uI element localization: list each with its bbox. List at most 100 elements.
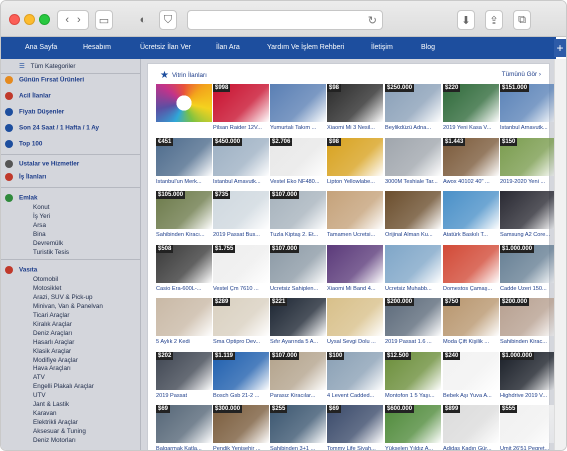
listing-card[interactable]: Atatürk Baskılı T... [443, 191, 499, 240]
listing-card[interactable]: $255 Sahibinden 3+1 ... [270, 405, 326, 450]
nav-item-blog[interactable]: Blog [421, 44, 435, 51]
listing-card[interactable]: 3000M Teshiale Tar... [385, 137, 441, 187]
listing-title[interactable]: 5 Aylık 2 Kedi [156, 339, 212, 345]
subcategory-link[interactable]: Deniz Motorları [33, 437, 140, 444]
listing-title[interactable]: Domestos Çamaş... [443, 286, 499, 292]
listing-card[interactable]: $98 Xiaomi Mi 3 Nesil... [327, 84, 383, 133]
listing-card[interactable]: $202 2019 Passat [156, 351, 212, 401]
quick-link-4[interactable]: Top 100 [5, 140, 140, 148]
listing-card[interactable]: Ücretsiz Muhabb... [385, 244, 441, 294]
category-emlak[interactable]: Emlak [5, 194, 140, 202]
listing-title[interactable]: Beylikdüzü Adna... [385, 125, 441, 131]
listing-card[interactable]: Samsung A2 Core... [500, 191, 556, 240]
subcategory-link[interactable]: Arsa [33, 222, 140, 229]
listing-card[interactable]: $508 Casio Era-600L-... [156, 244, 212, 294]
listing-thumbnail[interactable] [443, 191, 499, 229]
listing-thumbnail[interactable] [385, 244, 441, 283]
listing-card[interactable]: $899 Adidas Kadın Gür... [443, 405, 499, 450]
listing-card[interactable]: $69 Tommy Life Siyah... [327, 405, 383, 450]
subcategory-link[interactable]: Modifiye Araçlar [33, 357, 140, 364]
listing-title[interactable]: İstanbul'un Merk... [156, 179, 212, 185]
listing-card[interactable]: $107.000 Parasız Kiracılar... [270, 351, 326, 401]
listing-thumbnail[interactable] [327, 244, 383, 283]
subcategory-link[interactable]: Karavan [33, 410, 140, 417]
listing-title[interactable]: 2019 Passat [156, 393, 212, 399]
listing-title[interactable]: Cadde Üzeri 150... [500, 286, 556, 292]
listing-title[interactable]: Sahibinden Kiracı... [156, 232, 212, 238]
tabs-overview-button[interactable]: ⧉ [513, 10, 531, 30]
listing-thumbnail[interactable] [156, 84, 212, 122]
listing-card[interactable]: $1.000.000 Highdrive 2019 V... [500, 351, 556, 401]
listing-card[interactable]: $1.443 Awox 40102 40" ... [443, 137, 499, 187]
nav-item-home[interactable]: Ana Sayfa [25, 44, 57, 51]
listing-thumbnail[interactable] [156, 298, 212, 336]
listing-card[interactable]: $69 Balgarmak Katla... [156, 405, 212, 450]
listing-card[interactable]: $98 Lipton Yellowlabe... [327, 137, 383, 187]
sidebar-item-masters[interactable]: Ustalar ve Hizmetler [5, 160, 140, 168]
listing-title[interactable]: Yumurtalı Takım ... [270, 125, 326, 131]
subcategory-link[interactable]: Ticari Araçlar [33, 312, 140, 319]
subcategory-link[interactable]: Minivan, Van & Panelvan [33, 303, 140, 310]
listing-title[interactable]: İstanbul Arnavutk... [213, 179, 269, 185]
listing-card[interactable]: $555 Ümit 26'51 Pegret... [500, 405, 556, 450]
listing-card[interactable]: Yumurtalı Takım ... [270, 84, 326, 133]
subcategory-link[interactable]: ATV [33, 374, 140, 381]
share-button[interactable]: ⇪ [485, 10, 503, 30]
listing-card[interactable]: $12.500 Montofon 1 5 Yaşı... [385, 351, 441, 401]
back-forward-buttons[interactable]: ‹ › [57, 10, 89, 30]
shield-button[interactable]: ◐ [135, 10, 151, 30]
listing-title[interactable]: Tamamen Ücretsi... [327, 232, 383, 238]
listing-title[interactable]: Atatürk Baskılı T... [443, 232, 499, 238]
listing-title[interactable]: Moda Çift Kişilik ... [443, 339, 499, 345]
close-window-button[interactable] [9, 14, 20, 25]
address-bar[interactable]: ↻ [187, 10, 383, 30]
listing-title[interactable]: Sahibinden 3+1 ... [270, 446, 326, 450]
listing-title[interactable]: Uysal Sevgi Dolu ... [327, 339, 383, 345]
subcategory-link[interactable]: Kiralık Araçlar [33, 321, 140, 328]
listing-title[interactable]: Sma Optipro Dev... [213, 339, 269, 345]
listing-title[interactable]: Xiaomi Mi Band 4... [327, 286, 383, 292]
subcategory-link[interactable]: Turistik Tesis [33, 249, 140, 256]
listing-card[interactable]: $998 Pilsan Raider 12V... [213, 84, 269, 133]
minimize-window-button[interactable] [24, 14, 35, 25]
listing-card[interactable]: $107.000 Tuzla Kiptaş 2. Et... [270, 191, 326, 240]
listing-title[interactable]: Sahibinden Kirac... [500, 339, 556, 345]
listing-title[interactable]: Xiaomi Mi 3 Nesil... [327, 125, 383, 131]
quick-link-0[interactable]: Günün Fırsat Ürünleri [5, 76, 140, 84]
listing-title[interactable]: Vestel Eko NF480... [270, 179, 326, 185]
listing-card[interactable]: Orijinal Alman Ku... [385, 191, 441, 240]
privacy-button[interactable]: ⛉ [159, 10, 177, 30]
subcategory-link[interactable]: Engelli Plakalı Araçlar [33, 383, 140, 390]
subcategory-link[interactable]: Devremülk [33, 240, 140, 247]
listing-title[interactable]: Ücretsiz Muhabb... [385, 286, 441, 292]
subcategory-link[interactable]: Otomobil [33, 276, 140, 283]
quick-link-2[interactable]: Fiyatı Düşenler [5, 108, 140, 116]
listing-card[interactable]: Xiaomi Mi Band 4... [327, 244, 383, 294]
listing-title[interactable]: Awox 40102 40" ... [443, 179, 499, 185]
listing-title[interactable]: Highdrive 2019 V... [500, 393, 556, 399]
listing-title[interactable]: 3000M Teshiale Tar... [385, 179, 441, 185]
listing-title[interactable]: Parasız Kiracılar... [270, 393, 326, 399]
listing-card[interactable]: $2.706 Vestel Eko NF480... [270, 137, 326, 187]
subcategory-link[interactable]: Klasik Araçlar [33, 348, 140, 355]
listing-title[interactable]: Tuzla Kiptaş 2. Et... [270, 232, 326, 238]
subcategory-link[interactable]: Aksesuar & Tuning [33, 428, 140, 435]
listing-card[interactable]: €451 İstanbul'un Merk... [156, 137, 212, 187]
listing-thumbnail[interactable] [385, 137, 441, 176]
listing-card[interactable]: $107.000 Ücretsiz Sahiplen... [270, 244, 326, 294]
quick-link-3[interactable]: Son 24 Saat / 1 Hafta / 1 Ay [5, 124, 140, 132]
listing-title[interactable]: Casio Era-600L-... [156, 286, 212, 292]
listing-card[interactable]: $750 Moda Çift Kişilik ... [443, 298, 499, 347]
listing-card[interactable]: $220 2019 Yeni Kasa V... [443, 84, 499, 133]
listing-card[interactable]: Tamamen Ücretsi... [327, 191, 383, 240]
listing-title[interactable]: Orijinal Alman Ku... [385, 232, 441, 238]
category-vasita[interactable]: Vasıta [5, 266, 140, 275]
listing-card[interactable]: $151.000 İstanbul Arnavutk... [500, 84, 556, 133]
listing-title[interactable]: Ücretsiz Sahiplen... [270, 286, 326, 292]
listing-title[interactable]: Pilsan Raider 12V... [213, 125, 269, 131]
nav-item-help[interactable]: Yardım Ve İşlem Rehberi [267, 44, 344, 51]
new-tab-icon[interactable]: + [554, 39, 566, 57]
listing-card[interactable]: $221 Sıfır Ayarında 5 A... [270, 298, 326, 347]
nav-item-post-ad[interactable]: Ücretsiz İlan Ver [140, 44, 191, 51]
subcategory-link[interactable]: UTV [33, 392, 140, 399]
